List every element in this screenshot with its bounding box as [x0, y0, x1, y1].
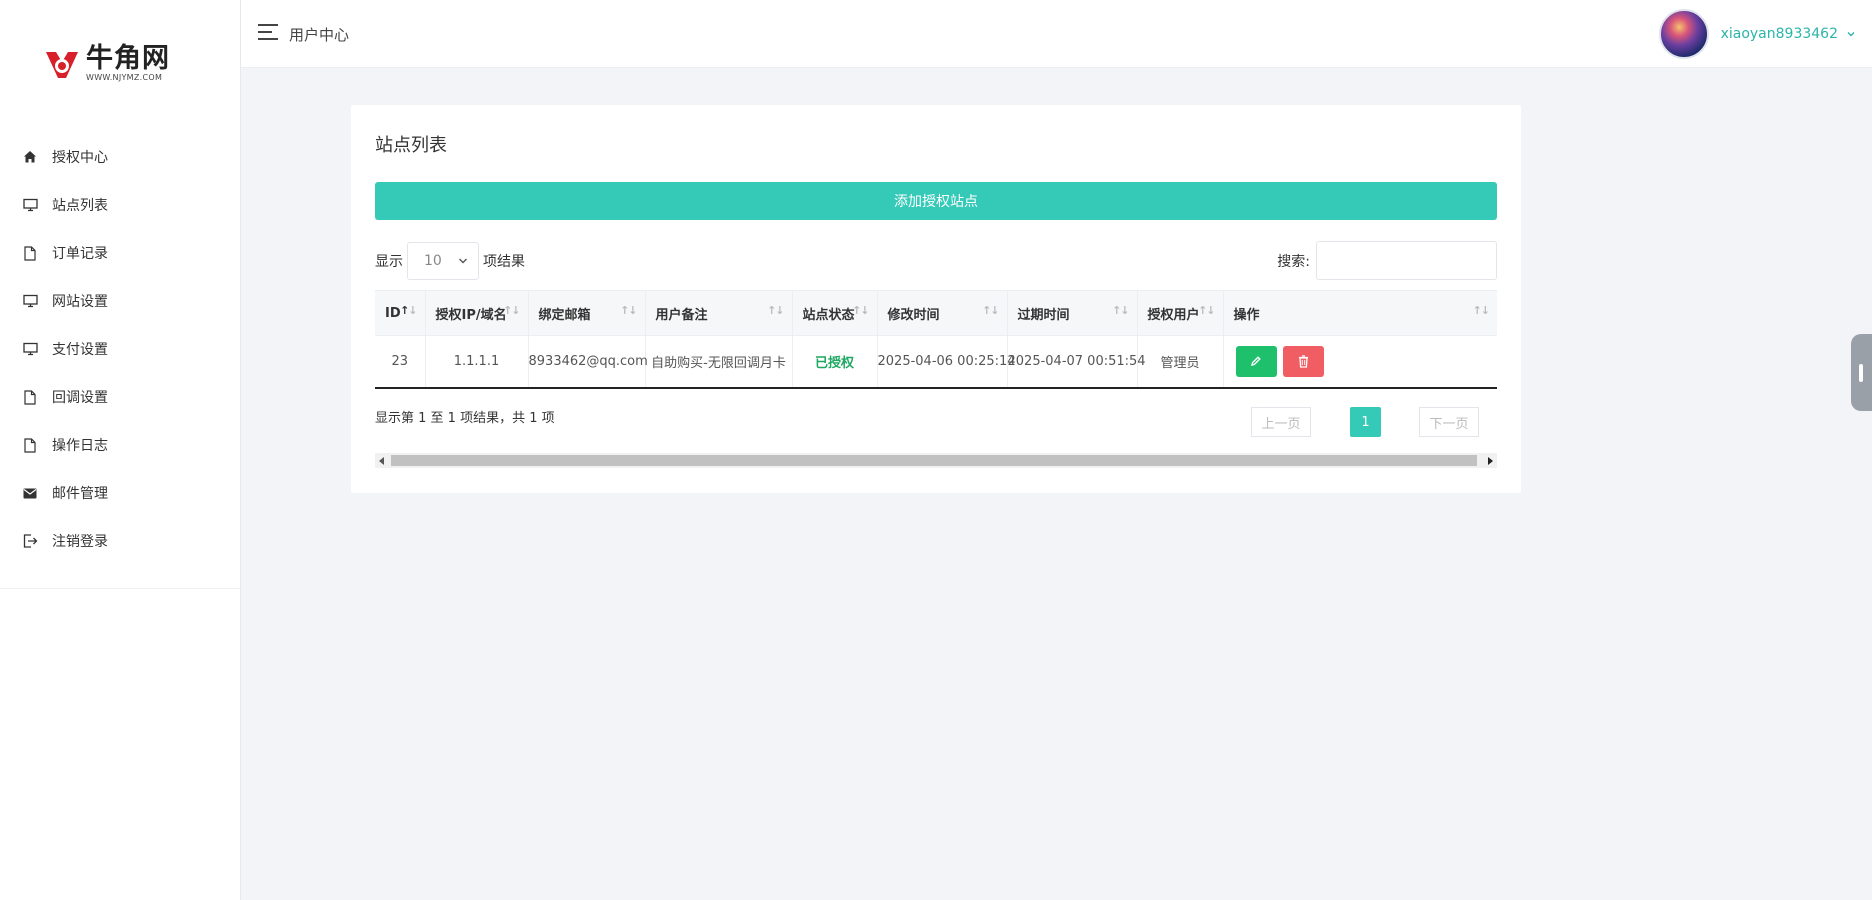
sidebar-item-callback-settings[interactable]: 回调设置 [0, 373, 240, 421]
column-header-expires[interactable]: 过期时间 ↑↓ [1007, 290, 1138, 336]
sidebar-divider [0, 588, 240, 589]
column-header-status[interactable]: 站点状态 ↑↓ [792, 290, 878, 336]
site-list-card: 站点列表 添加授权站点 显示 10 项结果 搜索: ID ↑↓ 授权IP/域名 ↑↓… [351, 105, 1521, 493]
column-header-domain[interactable]: 授权IP/域名 ↑↓ [425, 290, 529, 336]
table-info: 显示第 1 至 1 项结果，共 1 项 [375, 411, 555, 426]
monitor-icon [22, 197, 38, 213]
show-label: 显示 [375, 254, 403, 270]
envelope-icon [22, 485, 38, 501]
search-label: 搜索: [1277, 253, 1310, 270]
sidebar-item-label: 支付设置 [52, 342, 108, 358]
column-header-email[interactable]: 绑定邮箱 ↑↓ [528, 290, 646, 336]
scroll-right-icon[interactable] [1483, 453, 1497, 468]
sort-icon: ↑↓ [1112, 304, 1129, 317]
add-authorized-site-button[interactable]: 添加授权站点 [375, 182, 1497, 220]
search-control: 搜索: [1277, 241, 1497, 280]
cell-domain: 1.1.1.1 [425, 335, 529, 389]
cell-expires: 2025-04-07 00:51:54 [1007, 335, 1146, 389]
prev-page-button[interactable]: 上一页 [1251, 407, 1311, 437]
site-table: ID ↑↓ 授权IP/域名 ↑↓ 绑定邮箱 ↑↓ 用户备注 ↑↓ 站点状态 ↑↓ 修改时间… [375, 290, 1497, 389]
logo-name: 牛角网 [86, 43, 170, 74]
monitor-icon [22, 341, 38, 357]
sort-icon: ↑↓ [852, 304, 869, 317]
menu-toggle-icon[interactable] [258, 24, 278, 42]
logo-mark-icon [46, 52, 78, 78]
sort-icon: ↑↓ [1472, 304, 1490, 317]
column-header-remark[interactable]: 用户备注 ↑↓ [645, 290, 793, 336]
trash-icon [1298, 355, 1308, 368]
status-badge: 已授权 [814, 355, 854, 371]
cell-status: 已授权 [792, 335, 878, 389]
table-header-row: ID ↑↓ 授权IP/域名 ↑↓ 绑定邮箱 ↑↓ 用户备注 ↑↓ 站点状态 ↑↓ 修改时间… [375, 290, 1497, 336]
monitor-icon [22, 293, 38, 309]
cell-remark: 自助购买-无限回调月卡 [645, 335, 793, 389]
top-bar: 用户中心 xiaoyan8933462 [241, 0, 1872, 68]
cell-modified: 2025-04-06 00:25:14 [877, 335, 1016, 389]
cell-id: 23 [375, 335, 426, 389]
file-icon [22, 437, 38, 453]
logo-url: WWW.NJYMZ.COM [86, 73, 163, 82]
table-row: 23 1.1.1.1 8933462@qq.com 自助购买-无限回调月卡 已授… [375, 335, 1497, 389]
side-panel-handle[interactable] [1851, 334, 1872, 411]
delete-button[interactable] [1282, 345, 1324, 377]
sidebar-item-label: 授权中心 [52, 150, 108, 166]
sort-icon: ↑↓ [982, 304, 999, 317]
sidebar-item-label: 网站设置 [52, 294, 108, 310]
sidebar-item-label: 回调设置 [52, 390, 108, 406]
card-title: 站点列表 [375, 135, 447, 156]
cell-actions [1223, 335, 1497, 389]
sort-icon: ↑↓ [767, 304, 784, 317]
page-length-select[interactable]: 10 [407, 242, 479, 280]
username[interactable]: xiaoyan8933462 [1721, 26, 1838, 42]
pencil-icon [1251, 356, 1261, 367]
sort-icon: ↑↓ [400, 304, 417, 317]
avatar[interactable] [1658, 9, 1709, 59]
results-label: 项结果 [483, 254, 525, 270]
pagination: 上一页 1 下一页 [1251, 407, 1479, 437]
search-input[interactable] [1316, 241, 1497, 280]
column-header-actions[interactable]: 操作 ↑↓ [1223, 290, 1497, 336]
sidebar-item-payment-settings[interactable]: 支付设置 [0, 325, 240, 373]
file-icon [22, 389, 38, 405]
sort-icon: ↑↓ [503, 304, 520, 317]
sidebar-item-auth-center[interactable]: 授权中心 [0, 133, 240, 181]
column-header-id[interactable]: ID ↑↓ [375, 290, 426, 336]
next-page-button[interactable]: 下一页 [1419, 407, 1479, 437]
page-title: 用户中心 [289, 26, 350, 44]
page-button-current[interactable]: 1 [1350, 407, 1381, 437]
sidebar-item-mail[interactable]: 邮件管理 [0, 469, 240, 517]
sort-icon: ↑↓ [1198, 304, 1215, 317]
cell-user: 管理员 [1137, 335, 1224, 389]
chevron-down-icon [1847, 32, 1855, 37]
sidebar-item-site-settings[interactable]: 网站设置 [0, 277, 240, 325]
sidebar-item-label: 站点列表 [52, 198, 108, 214]
sidebar-item-label: 邮件管理 [52, 486, 108, 502]
logo[interactable]: 牛角网 WWW.NJYMZ.COM [42, 40, 170, 88]
sidebar: 牛角网 WWW.NJYMZ.COM 授权中心 站点列表 订单记录 网站设置 支付… [0, 0, 241, 900]
sidebar-item-site-list[interactable]: 站点列表 [0, 181, 240, 229]
page-length-value: 10 [424, 253, 442, 269]
cell-email: 8933462@qq.com [528, 335, 648, 389]
sidebar-item-label: 订单记录 [52, 246, 108, 262]
sidebar-item-operation-log[interactable]: 操作日志 [0, 421, 240, 469]
user-menu[interactable]: xiaoyan8933462 [1658, 9, 1856, 59]
chevron-down-icon [459, 258, 467, 264]
file-icon [22, 245, 38, 261]
scrollbar-thumb[interactable] [391, 455, 1477, 466]
column-header-modified[interactable]: 修改时间 ↑↓ [877, 290, 1008, 336]
horizontal-scrollbar[interactable] [375, 453, 1497, 468]
sidebar-item-logout[interactable]: 注销登录 [0, 517, 240, 565]
logout-icon [22, 533, 38, 549]
sidebar-nav: 授权中心 站点列表 订单记录 网站设置 支付设置 回调设置 操作日志 邮件管理 … [0, 133, 240, 565]
scroll-left-icon[interactable] [375, 453, 389, 468]
page-length-control: 显示 10 项结果 [375, 242, 525, 280]
sidebar-item-label: 注销登录 [52, 534, 108, 550]
home-icon [22, 149, 38, 165]
column-header-user[interactable]: 授权用户 ↑↓ [1137, 290, 1224, 336]
sort-icon: ↑↓ [620, 304, 637, 317]
sidebar-item-label: 操作日志 [52, 438, 108, 454]
edit-button[interactable] [1235, 345, 1277, 377]
sidebar-item-orders[interactable]: 订单记录 [0, 229, 240, 277]
